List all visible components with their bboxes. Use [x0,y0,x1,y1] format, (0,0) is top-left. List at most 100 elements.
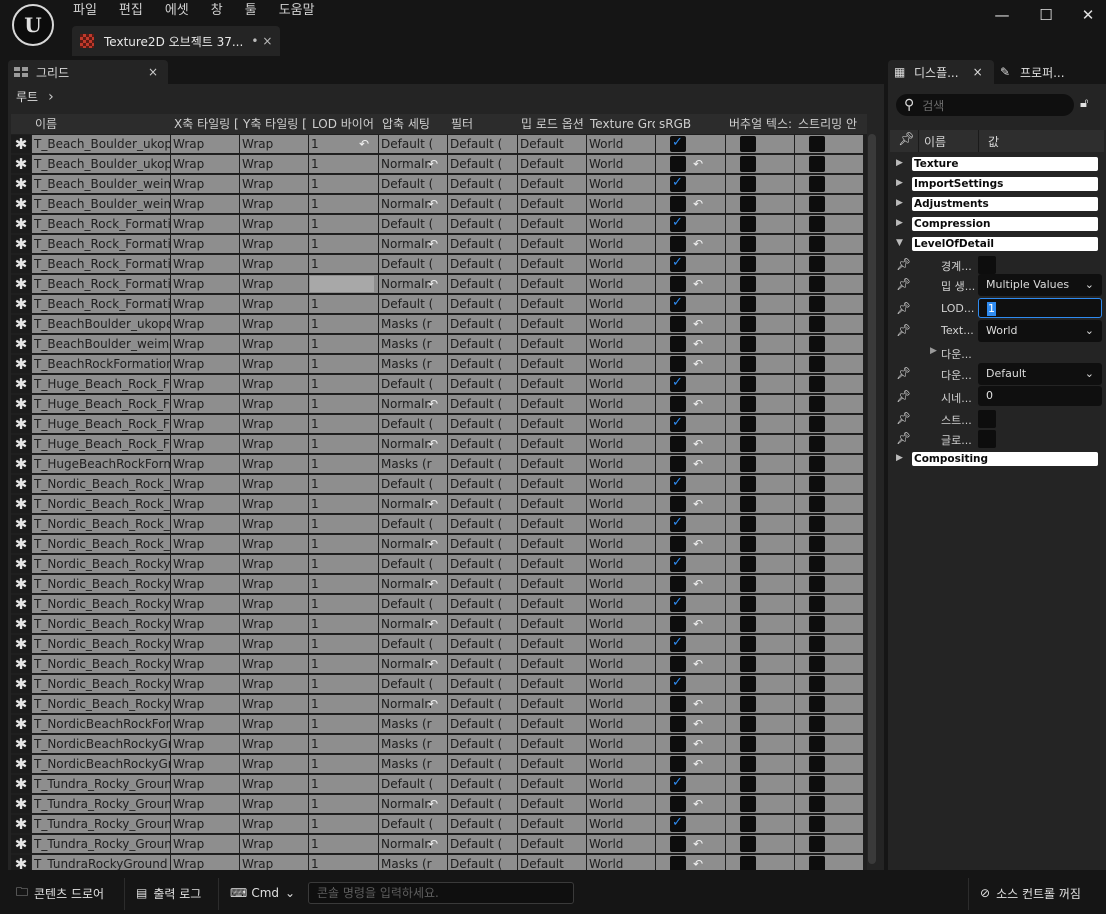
cell-name[interactable]: T_Nordic_Beach_Rock_Fo [32,535,170,553]
row-pin-icon[interactable]: ✱ [11,455,31,473]
streaming-checkbox[interactable] [809,776,825,792]
srgb-checkbox[interactable] [670,135,686,152]
cell-x[interactable]: Wrap [171,375,239,393]
cell-lod[interactable]: 1 [309,855,378,870]
cell-name[interactable]: T_NordicBeachRockyGrou [32,735,170,753]
reset-to-default-icon[interactable]: ↶ [693,715,703,733]
cell-filter[interactable]: Default ( [448,815,517,833]
srgb-checkbox[interactable] [670,496,686,512]
cell-lod[interactable]: 1 [309,415,378,433]
virtual-texture-checkbox[interactable] [740,736,756,752]
cell-lod[interactable]: 1 [309,315,378,333]
pin-icon[interactable]: 📌︎ [896,389,911,403]
row-pin-icon[interactable]: ✱ [11,435,31,453]
cell-mip[interactable]: Default [518,835,586,853]
pin-icon[interactable]: 📌︎ [896,277,911,291]
cell-mip[interactable]: Default [518,135,586,153]
virtual-texture-checkbox[interactable] [740,296,756,312]
pin-icon[interactable]: 📌︎ [896,411,911,425]
row-pin-icon[interactable]: ✱ [11,835,31,853]
close-details-icon[interactable]: × [973,65,983,79]
srgb-checkbox[interactable] [670,716,686,732]
cell-filter[interactable]: Default ( [448,575,517,593]
row-pin-icon[interactable]: ✱ [11,415,31,433]
virtual-texture-checkbox[interactable] [740,396,756,412]
cell-name[interactable]: T_Nordic_Beach_Rock_Fo [32,495,170,513]
cell-mip[interactable]: Default [518,195,586,213]
cell-filter[interactable]: Default ( [448,275,517,293]
streaming-checkbox[interactable] [809,796,825,812]
cell-comp[interactable]: Default ( [379,775,447,793]
virtual-texture-checkbox[interactable] [740,276,756,292]
row-pin-icon[interactable]: ✱ [11,195,31,213]
row-pin-icon[interactable]: ✱ [11,635,31,653]
reset-to-default-icon[interactable]: ↶ [693,795,703,813]
cell-filter[interactable]: Default ( [448,375,517,393]
cell-lod[interactable]: 1 [309,755,378,773]
cell-lod[interactable]: 1 [309,215,378,233]
reset-to-default-icon[interactable]: ↶ [693,195,703,213]
reset-to-default-icon[interactable]: ↶ [428,275,438,293]
cell-comp[interactable]: Default ( [379,255,447,273]
cell-comp[interactable]: Default ( [379,295,447,313]
virtual-texture-checkbox[interactable] [740,616,756,632]
cell-comp[interactable]: Normaln ↶ [379,655,447,673]
row-pin-icon[interactable]: ✱ [11,355,31,373]
srgb-checkbox[interactable] [670,356,686,372]
category-level-of-detail[interactable]: ▼ LevelOfDetail [896,236,1098,252]
streaming-checkbox[interactable] [809,136,825,152]
reset-to-default-icon[interactable]: ↶ [693,355,703,373]
reset-to-default-icon[interactable]: ↶ [693,535,703,553]
virtual-texture-checkbox[interactable] [740,516,756,532]
cell-y[interactable]: Wrap [240,695,308,713]
reset-to-default-icon[interactable]: ↶ [428,695,438,713]
cell-group[interactable]: World [587,755,655,773]
category-compression[interactable]: ▶ Compression [896,216,1098,232]
cell-name[interactable]: T_BeachRockFormation_ [32,355,170,373]
cinematic-mips-input[interactable]: 0 [978,386,1102,406]
streaming-checkbox[interactable] [809,556,825,572]
streaming-checkbox[interactable] [809,656,825,672]
cell-y[interactable]: Wrap [240,635,308,653]
unreal-logo-icon[interactable]: U [12,4,54,46]
cell-lod[interactable]: 1 [309,695,378,713]
virtual-texture-checkbox[interactable] [740,776,756,792]
cell-filter[interactable]: Default ( [448,195,517,213]
cell-x[interactable]: Wrap [171,455,239,473]
row-pin-icon[interactable]: ✱ [11,375,31,393]
row-pin-icon[interactable]: ✱ [11,535,31,553]
srgb-checkbox[interactable] [670,656,686,672]
streaming-checkbox[interactable] [809,596,825,612]
cell-x[interactable]: Wrap [171,635,239,653]
srgb-checkbox[interactable] [670,616,686,632]
reset-to-default-icon[interactable]: ↶ [693,235,703,253]
cell-group[interactable]: World [587,775,655,793]
pin-icon[interactable]: 📌︎ [896,257,911,271]
srgb-checkbox[interactable] [670,756,686,772]
cell-comp[interactable]: Default ( [379,555,447,573]
tab-properties[interactable]: ✎ 프로퍼... [996,60,1096,84]
virtual-texture-checkbox[interactable] [740,836,756,852]
cell-name[interactable]: T_Nordic_Beach_Rocky_G [32,615,170,633]
virtual-texture-checkbox[interactable] [740,476,756,492]
reset-to-default-icon[interactable]: ↶ [428,655,438,673]
cell-mip[interactable]: Default [518,755,586,773]
row-pin-icon[interactable]: ✱ [11,275,31,293]
document-tab[interactable]: Texture2D 오브젝트 37... • × [72,26,280,56]
cell-lod[interactable]: 1 [309,775,378,793]
srgb-checkbox[interactable] [670,576,686,592]
row-pin-icon[interactable]: ✱ [11,795,31,813]
reset-to-default-icon[interactable]: ↶ [428,235,438,253]
cell-y[interactable]: Wrap [240,495,308,513]
cell-mip[interactable]: Default [518,175,586,193]
cell-filter[interactable]: Default ( [448,135,517,153]
cell-group[interactable]: World [587,735,655,753]
tab-details[interactable]: ▦ 디스플... × [888,60,994,84]
cell-name[interactable]: T_Beach_Rock_Formation [32,215,170,233]
srgb-checkbox[interactable] [670,515,686,532]
prop-downscale[interactable]: ▶ 다운... [896,342,1102,364]
cell-comp[interactable]: Default ( [379,375,447,393]
cell-comp[interactable]: Default ( [379,815,447,833]
reset-to-default-icon[interactable]: ↶ [693,155,703,173]
cell-filter[interactable]: Default ( [448,255,517,273]
